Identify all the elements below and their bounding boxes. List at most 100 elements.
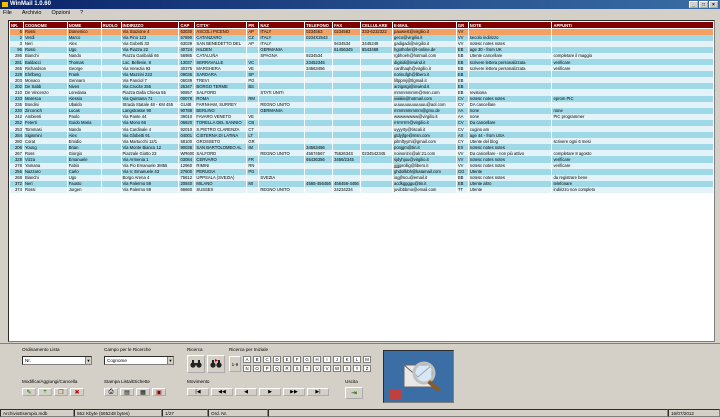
initial-letter-d[interactable]: D [273,356,281,363]
initial-letter-r[interactable]: R [283,365,291,372]
next-page-button[interactable]: ▶▶ [283,388,305,396]
print-labels-button[interactable]: ▦ [136,388,150,396]
delete-icon: ✖ [74,389,80,396]
find-next-button[interactable] [207,355,225,373]
column-header[interactable]: INDIRIZZO [120,21,180,29]
print-preview-button[interactable]: ▤ [120,388,134,396]
initial-letter-k[interactable]: K [343,356,351,363]
initial-letter-e[interactable]: E [283,356,291,363]
column-header[interactable]: COGNOME [22,21,68,29]
maximize-button[interactable]: □ [699,1,708,8]
initial-all-button[interactable]: 1-9 [229,356,241,372]
initial-letter-c[interactable]: C [263,356,271,363]
campo-select[interactable]: Cognome ▼ [104,356,174,365]
status-bar: ArchivioEsempio.mdb 552 Kbyte (565248 by… [0,409,720,418]
column-header[interactable]: CAP [178,21,196,29]
contacts-grid[interactable]: NR. COGNOME NOME RUOLO INDIRIZZO CAP CITTA' PR N… [8,20,715,342]
menu-archivio[interactable]: Archivio [22,9,42,18]
column-header[interactable]: NOME [66,21,102,29]
app-logo [383,350,454,403]
initial-letter-t[interactable]: T [303,365,311,372]
initial-letter-v[interactable]: V [323,365,331,372]
initial-letter-u[interactable]: U [313,365,321,372]
add-button[interactable]: + [38,388,52,396]
initial-letter-s[interactable]: S [293,365,301,372]
column-header[interactable]: PR [246,21,260,29]
column-header[interactable]: APPUNTI [551,21,714,29]
initial-letter-m[interactable]: M [363,356,371,363]
table-cell: 66660 [178,186,196,194]
initial-letter-z[interactable]: Z [363,365,371,372]
initial-letter-l[interactable]: L [353,356,361,363]
window-title: WinMail 1.0.60 [10,1,51,7]
title-bar: WinMail 1.0.60 _ □ × [0,0,720,9]
magnifier-envelope-icon [390,361,441,399]
close-button[interactable]: × [709,1,718,8]
edit-button[interactable]: ✎ [22,388,36,396]
status-record: 1/27 [162,409,208,417]
campo-label: Campo per le Ricerche [104,347,151,352]
initial-letter-y[interactable]: Y [353,365,361,372]
edit-icon: ✎ [26,389,32,396]
initial-letter-q[interactable]: Q [273,365,281,372]
table-cell: Rossi [23,186,68,194]
initial-letter-j[interactable]: J [333,356,341,363]
table-cell [360,186,393,194]
minimize-button[interactable]: _ [689,1,698,8]
initial-letter-h[interactable]: H [313,356,321,363]
chevron-down-icon[interactable]: ▼ [167,357,173,364]
menu-file[interactable]: File [3,9,12,18]
chevron-down-icon[interactable]: ▼ [85,357,91,364]
table-cell: juvibbbmo@email.com [392,186,457,194]
initial-letter-b[interactable]: B [253,356,261,363]
status-empty [268,409,668,417]
menu-help[interactable]: ? [80,9,83,18]
initial-letter-g[interactable]: G [303,356,311,363]
column-header[interactable]: RUOLO [100,21,122,29]
exit-button[interactable]: ⇥ [345,387,363,399]
status-date: 16/07/2012 [668,409,720,417]
first-record-button[interactable]: |◀ [187,388,209,396]
initial-letter-i[interactable]: I [323,356,331,363]
modifica-label: Modifica/Aggiungi/Cancella [22,379,78,384]
prev-record-button[interactable]: ◀ [235,388,257,396]
column-header[interactable]: NR. [9,21,24,29]
campo-value: Cognome [107,358,127,363]
grid-header-row: NR. COGNOME NOME RUOLO INDIRIZZO CAP CITTA' PR N… [9,21,714,29]
copy-button[interactable]: ❐ [54,388,68,396]
initial-letter-n[interactable]: N [243,365,251,372]
column-header[interactable]: NAZ [258,21,306,29]
exit-door-icon: ⇥ [351,390,357,397]
export-button[interactable]: ▣ [152,388,166,396]
column-header[interactable]: GR [455,21,469,29]
ordinamento-select[interactable]: Nr. ▼ [22,356,92,365]
app-icon [2,2,8,7]
column-header[interactable]: TELEFONO [304,21,334,29]
table-row[interactable]: 374 Rossi Jurgen Via Palermo 59 66660 SUSSEX R… [9,186,714,194]
column-header[interactable]: E-MAIL [391,21,457,29]
table-cell: Jurgen [67,186,102,194]
next-record-button[interactable]: ▶ [259,388,281,396]
column-header[interactable]: FAX [332,21,362,29]
initial-letter-p[interactable]: P [263,365,271,372]
menu-opzioni[interactable]: Opzioni [51,9,70,18]
prev-page-button[interactable]: ◀◀ [211,388,233,396]
movimento-label: Movimento [187,379,210,384]
print-list-button[interactable]: ⎙ [104,388,118,396]
initial-letter-a[interactable]: A [243,356,251,363]
binoculars-button[interactable] [187,355,205,373]
status-order: Ord. Nr. [208,409,268,417]
delete-button[interactable]: ✖ [70,388,84,396]
table-cell [101,186,122,194]
initial-letter-x[interactable]: X [343,365,351,372]
column-header[interactable]: CELLULARE [360,21,393,29]
column-header[interactable]: NOTE [467,21,553,29]
initial-letter-f[interactable]: F [293,356,301,363]
last-record-button[interactable]: ▶| [307,388,329,396]
initial-letter-o[interactable]: O [253,365,261,372]
column-header[interactable]: CITTA' [194,21,248,29]
printer-icon: ⎙ [108,388,114,395]
initial-letter-w[interactable]: W [333,365,341,372]
table-cell: TORELLA DEL SANNIO [194,119,248,126]
status-size: 552 Kbyte (565248 bytes) [74,409,162,417]
